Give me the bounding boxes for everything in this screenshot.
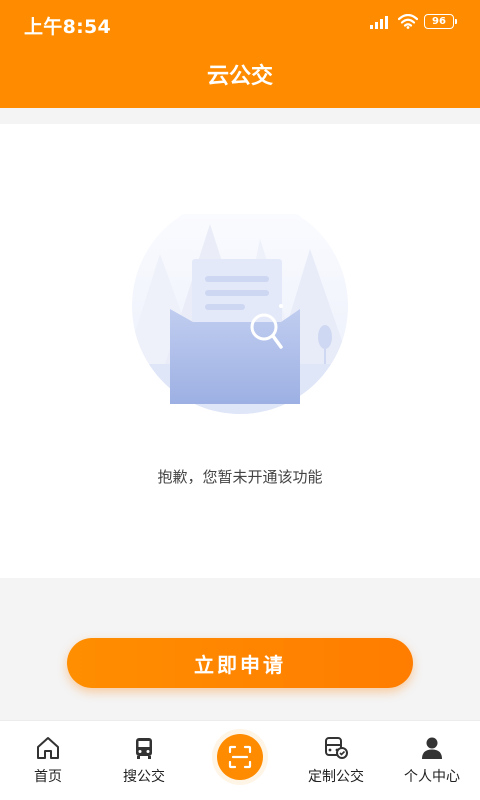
tab-custom-bus-label: 定制公交 (308, 769, 364, 785)
tab-custom-bus[interactable]: 定制公交 (288, 721, 384, 800)
tab-search-bus[interactable]: 搜公交 (96, 721, 192, 800)
app-header: 上午8:54 96 云公交 (0, 0, 480, 108)
bottom-tab-bar: 首页 搜公交 定制公交 个人中心 (0, 720, 480, 800)
bus-icon (136, 738, 152, 759)
tab-scan[interactable] (192, 721, 288, 800)
tab-profile[interactable]: 个人中心 (384, 721, 480, 800)
empty-state-message: 抱歉，您暂未开通该功能 (157, 468, 323, 486)
home-icon (37, 737, 59, 759)
status-time: 上午8:54 (24, 16, 112, 38)
page-title: 云公交 (206, 64, 273, 89)
custom-bus-icon (325, 737, 348, 759)
signal-icon (370, 15, 388, 29)
status-bar: 上午8:54 96 (0, 0, 480, 46)
tab-home-label: 首页 (34, 769, 62, 785)
empty-state-illustration-icon (132, 214, 348, 414)
battery-level: 96 (432, 16, 446, 27)
scan-button[interactable] (212, 729, 268, 785)
wifi-icon (398, 14, 418, 29)
apply-now-button[interactable]: 立即申请 (67, 638, 413, 688)
scan-icon (228, 745, 252, 769)
person-icon (422, 737, 442, 759)
tab-profile-label: 个人中心 (404, 769, 460, 785)
battery-icon: 96 (424, 14, 457, 29)
empty-state-card: 抱歉，您暂未开通该功能 (0, 124, 480, 578)
tab-search-bus-label: 搜公交 (123, 769, 165, 785)
status-icons: 96 (370, 14, 457, 29)
tab-home[interactable]: 首页 (0, 721, 96, 800)
